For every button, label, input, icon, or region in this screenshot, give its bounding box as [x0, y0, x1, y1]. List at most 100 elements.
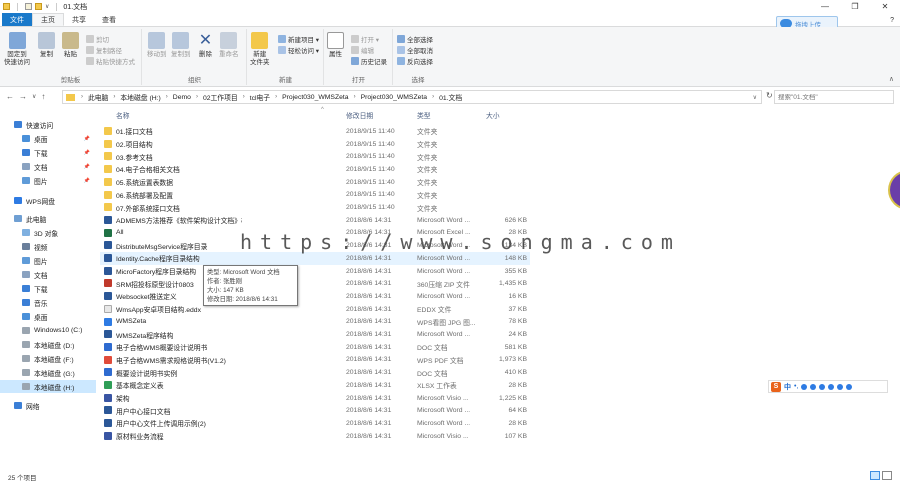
column-date[interactable]: 修改日期 — [346, 110, 373, 120]
ime-language-label[interactable]: 中 — [784, 382, 791, 392]
sidebar-item[interactable]: 此电脑 — [0, 212, 96, 225]
sidebar-item[interactable]: 3D 对象 — [0, 226, 96, 239]
open-button[interactable]: 打开 ▾ — [351, 34, 379, 44]
file-row[interactable]: MicroFactory程序目录结构 2018/8/6 14:31 Microsof… — [100, 265, 530, 278]
collapse-ribbon-chevron-icon[interactable]: ∧ — [889, 75, 894, 83]
rename-button[interactable]: 重命名 — [219, 32, 239, 59]
move-to-button[interactable]: 移动到 — [147, 32, 167, 59]
sidebar-item[interactable]: 文档 📌 — [0, 160, 96, 173]
file-row[interactable]: 概要设计说明书实例 2018/8/6 14:31 DOC 文档 410 KB — [100, 366, 530, 379]
voice-icon[interactable] — [810, 383, 817, 390]
file-row[interactable]: SRM招投标原型设计0803 2018/8/6 14:31 360压缩 ZIP 文件… — [100, 277, 530, 290]
recent-locations-chevron-icon[interactable]: ∨ — [32, 93, 36, 100]
breadcrumb-project[interactable]: Project030_WMSZeta — [282, 94, 349, 101]
cut-button[interactable]: 剪切 — [86, 34, 109, 44]
tab-view[interactable]: 查看 — [94, 13, 124, 26]
file-row[interactable]: 07.外部系统接口文档 2018/9/15 11:40 文件夹 — [100, 201, 530, 214]
new-item-button[interactable]: 新建项目 ▾ — [278, 34, 319, 44]
back-arrow-icon[interactable]: ← — [6, 92, 14, 101]
file-row[interactable]: 04.电子合格相关文档 2018/9/15 11:40 文件夹 — [100, 163, 530, 176]
file-row[interactable]: 05.系统运置表数据 2018/9/15 11:40 文件夹 — [100, 176, 530, 189]
sidebar-item[interactable]: 图片 📌 — [0, 174, 96, 187]
file-row[interactable]: 03.参考文档 2018/9/15 11:40 文件夹 — [100, 150, 530, 163]
properties-button[interactable]: 属性 — [327, 32, 344, 59]
file-row[interactable]: 用户中心文件上传调用示例(2) 2018/8/6 14:31 Microsoft W… — [100, 417, 530, 430]
breadcrumb-drive-h[interactable]: 本地磁盘 (H:) — [120, 92, 160, 102]
file-row[interactable]: 电子合格WMS需求规格说明书(V1.2) 2018/8/6 14:31 WPS PD… — [100, 354, 530, 367]
paste-button[interactable]: 粘贴 — [62, 32, 79, 59]
file-row[interactable]: 基本概念定义表 2018/8/6 14:31 XLSX 工作表 28 KB — [100, 379, 530, 392]
sidebar-item[interactable]: 本地磁盘 (G:) — [0, 366, 96, 379]
pin-icon[interactable]: 📌 — [84, 178, 90, 184]
sidebar-item[interactable]: 桌面 — [0, 310, 96, 323]
breadcrumb-docs[interactable]: 01.文档 — [439, 92, 462, 102]
file-row[interactable]: WmsApp安卓项目结构.eddx 2018/8/6 14:31 EDDX 文件 37… — [100, 303, 530, 316]
ime-toolbar[interactable]: S 中 •, — [768, 380, 888, 393]
file-row[interactable]: 01.接口文档 2018/9/15 11:40 文件夹 — [100, 125, 530, 138]
menu-icon[interactable] — [846, 383, 853, 390]
file-row[interactable]: 02.项目结构 2018/9/15 11:40 文件夹 — [100, 138, 530, 151]
breadcrumb-demo[interactable]: Demo — [173, 94, 191, 101]
sidebar-item[interactable]: 视频 — [0, 240, 96, 253]
copy-path-button[interactable]: 复制路径 — [86, 45, 122, 55]
sidebar-item[interactable]: 下载 📌 — [0, 146, 96, 159]
close-button[interactable]: ✕ — [870, 0, 900, 13]
skin-icon[interactable] — [828, 383, 835, 390]
sidebar-item[interactable]: 本地磁盘 (D:) — [0, 338, 96, 351]
select-none-button[interactable]: 全部取消 — [397, 45, 433, 55]
easy-access-button[interactable]: 轻松访问 ▾ — [278, 45, 319, 55]
help-icon[interactable]: ? — [890, 17, 894, 24]
properties-icon[interactable] — [25, 3, 32, 10]
search-input[interactable] — [778, 93, 888, 101]
sidebar-item[interactable]: 下载 — [0, 282, 96, 295]
breadcrumb-tcl[interactable]: tcl电子 — [250, 92, 270, 102]
file-row[interactable]: WMSZeta 2018/8/6 14:31 WPS看图 JPG 图... 78 KB — [100, 316, 530, 329]
emoji-icon[interactable] — [801, 383, 808, 390]
toolbox-icon[interactable] — [837, 383, 844, 390]
sidebar-item[interactable]: WPS网盘 — [0, 194, 96, 207]
file-row[interactable]: 架构 2018/8/6 14:31 Microsoft Visio ... 1,225… — [100, 392, 530, 405]
sidebar-item[interactable]: Windows10 (C:) — [0, 324, 96, 337]
sidebar-item[interactable]: 本地磁盘 (F:) — [0, 352, 96, 365]
refresh-icon[interactable]: ↻ — [766, 91, 773, 100]
punctuation-icon[interactable]: •, — [794, 383, 798, 390]
floating-assistant-icon[interactable] — [888, 170, 900, 210]
large-icons-view-icon[interactable] — [882, 471, 892, 480]
file-row[interactable]: Websocket推送定义 2018/8/6 14:31 Microsoft Wor… — [100, 290, 530, 303]
up-arrow-icon[interactable]: ↑ — [41, 92, 45, 101]
tab-share[interactable]: 共享 — [64, 13, 94, 26]
file-row[interactable]: 原材料业务流程 2018/8/6 14:31 Microsoft Visio ...… — [100, 430, 530, 443]
sidebar-item[interactable]: 网络 — [0, 399, 96, 412]
customize-chevron-icon[interactable]: ∨ — [45, 3, 49, 10]
file-row[interactable]: 电子合格WMS概要设计说明书 2018/8/6 14:31 DOC 文档 581 KB — [100, 341, 530, 354]
sidebar-item[interactable]: 桌面 📌 — [0, 132, 96, 145]
edit-button[interactable]: 编辑 — [351, 45, 374, 55]
tab-home[interactable]: 主页 — [32, 13, 64, 26]
sidebar-item[interactable]: 快速访问 — [0, 118, 96, 131]
search-box[interactable] — [774, 90, 894, 104]
file-row[interactable]: WMSZeta程序结构 2018/8/6 14:31 Microsoft Word … — [100, 328, 530, 341]
file-row[interactable]: 用户中心接口文档 2018/8/6 14:31 Microsoft Word ...… — [100, 404, 530, 417]
pin-icon[interactable]: 📌 — [84, 164, 90, 170]
sidebar-item[interactable]: 音乐 — [0, 296, 96, 309]
address-dropdown-chevron-icon[interactable]: ∨ — [753, 94, 757, 101]
column-name[interactable]: 名称 — [116, 110, 130, 120]
copy-to-button[interactable]: 复制到 — [171, 32, 191, 59]
invert-selection-button[interactable]: 反向选择 — [397, 56, 433, 66]
breadcrumb-this-pc[interactable]: 此电脑 — [88, 92, 108, 102]
sidebar-item[interactable]: 本地磁盘 (H:) — [0, 380, 96, 393]
tab-file[interactable]: 文件 — [2, 13, 32, 26]
minimize-button[interactable]: — — [810, 0, 840, 13]
keyboard-icon[interactable] — [819, 383, 826, 390]
address-bar[interactable]: › 此电脑 › 本地磁盘 (H:) › Demo › 02工作项目 › tcl电… — [62, 90, 762, 104]
forward-arrow-icon[interactable]: → — [19, 92, 27, 101]
file-row[interactable]: 06.系统部署及配置 2018/9/15 11:40 文件夹 — [100, 189, 530, 202]
column-size[interactable]: 大小 — [486, 110, 500, 120]
file-row[interactable]: ADMEMS方法推荐《软件架构设计文档》模板 v22018/8/6 14:31M… — [100, 214, 530, 227]
pin-quick-access-button[interactable]: 固定到 快速访问 — [4, 32, 30, 67]
breadcrumb-project-inner[interactable]: Project030_WMSZeta — [361, 94, 428, 101]
paste-shortcut-button[interactable]: 粘贴快捷方式 — [86, 56, 135, 66]
new-folder-button[interactable]: 新建 文件夹 — [250, 32, 270, 67]
sidebar-item[interactable]: 图片 — [0, 254, 96, 267]
sidebar-item[interactable]: 文档 — [0, 268, 96, 281]
